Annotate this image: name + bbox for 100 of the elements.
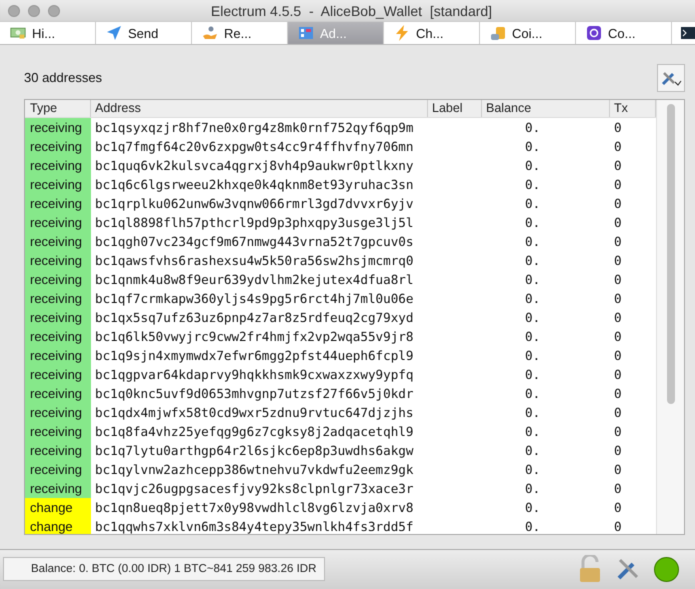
- address-cell-text: bc1qnmk4u8w8f9eur639ydvlhm2kejutex4dfua8rl: [94, 270, 414, 289]
- tx-count-cell-text: 0: [613, 460, 623, 479]
- balance-cell-text: 0.: [524, 346, 542, 365]
- type-cell: receiving: [25, 308, 91, 327]
- balance-cell-text: 0.: [524, 118, 542, 137]
- banknote-icon: [10, 25, 26, 42]
- type-cell: receiving: [25, 288, 91, 308]
- tx-count-cell-text: 0: [613, 270, 623, 289]
- hand-coin-icon: [202, 25, 218, 42]
- tx-count-cell-text: 0: [613, 442, 623, 460]
- address-book-icon: [298, 25, 314, 42]
- balance-cell-text: 0.: [524, 176, 542, 194]
- terminal-icon: [680, 25, 695, 42]
- tools-menu-button[interactable]: [657, 64, 685, 92]
- address-cell-text: bc1qx5sq7ufz63uz6pnp4z7ar8z5rdfeuq2cg79xyd: [94, 308, 414, 327]
- balance-cell-text: 0.: [524, 366, 542, 384]
- close-button[interactable]: [8, 4, 20, 17]
- address-cell-text: bc1qsyxqzjr8hf7ne0x0rg4z8mk0rnf752qyf6qp9m: [94, 118, 414, 137]
- balance-cell-text: 0.: [524, 422, 542, 441]
- address-cell-text: bc1q6c6lgsrweeu2khxqe0k4qknm8et93yruhac3sn: [94, 176, 414, 194]
- balance-cell-text: 0.: [524, 384, 542, 403]
- address-cell-text: bc1qawsfvhs6rashexsu4w5k50ra56sw2hsjmcmrq0: [94, 252, 414, 270]
- balance-cell-text: 0.: [524, 252, 542, 270]
- tx-count-cell-text: 0: [613, 156, 623, 175]
- type-cell: receiving: [25, 212, 91, 232]
- balance-cell-text: 0.: [524, 194, 542, 213]
- tx-count-cell-text: 0: [613, 328, 623, 346]
- type-cell: receiving: [25, 460, 91, 479]
- tx-count-cell-text: 0: [613, 118, 623, 137]
- tools-icon[interactable]: [616, 557, 640, 582]
- scrollbar-thumb[interactable]: [666, 104, 674, 404]
- paper-plane-icon: [106, 25, 122, 42]
- address-cell-text: bc1q8fa4vhz25yefqg9g6z7cgksy8j2adqacetqhl9: [94, 422, 414, 441]
- address-cell-text: bc1q9sjn4xmymwdx7efwr6mgg2pfst44ueph6fcpl9: [94, 346, 414, 365]
- tx-count-cell-text: 0: [613, 518, 623, 534]
- window-title: Electrum 4.5.5 - AliceBob_Wallet [standard]: [210, 2, 494, 19]
- tx-count-cell-text: 0: [613, 252, 623, 270]
- type-cell: receiving: [25, 326, 91, 346]
- connection-status-icon[interactable]: [654, 556, 679, 582]
- address-cell-text: bc1qylvnw2azhcepp386wtnehvu7vkdwfu2eemz9gk: [94, 460, 414, 479]
- address-count: 30 addresses: [24, 70, 102, 86]
- tx-count-cell-text: 0: [613, 498, 623, 517]
- type-cell: receiving: [25, 270, 91, 289]
- balance-cell-text: 0.: [524, 518, 542, 534]
- type-cell: receiving: [25, 364, 91, 384]
- tx-count-cell-text: 0: [613, 366, 623, 384]
- tx-count-cell-text: 0: [613, 480, 623, 498]
- balance-cell-text: 0.: [524, 156, 542, 175]
- balance-cell-text: 0.: [524, 460, 542, 479]
- address-cell-text: bc1q7fmgf64c20v6zxpgw0ts4cc9r4ffhvfny706mn: [94, 138, 414, 156]
- address-cell-text: bc1q6lk50vwyjrc9cww2fr4hmjfx2vp2wqa55v9jr8: [94, 328, 414, 346]
- type-cell: change: [25, 498, 91, 517]
- tx-count-cell-text: 0: [613, 214, 623, 232]
- column-header[interactable]: Type: [25, 100, 91, 117]
- address-cell-text: bc1qrplku062unw6w3vqnw066rmrl3gd7dvvxr6yjv: [94, 194, 414, 213]
- type-cell: receiving: [25, 174, 91, 194]
- type-cell: receiving: [25, 118, 91, 137]
- address-cell-text: bc1quq6vk2kulsvca4qgrxj8vh4p9aukwr0ptlkxny: [94, 156, 414, 175]
- zoom-button[interactable]: [48, 4, 60, 17]
- balance-cell-text: 0.: [524, 270, 542, 289]
- balance-cell-text: 0.: [524, 290, 542, 308]
- type-cell: change: [25, 516, 91, 534]
- address-cell-text: bc1q0knc5uvf9d0653mhvgnp7utzsf27f66v5j0kdr: [94, 384, 414, 403]
- type-cell: receiving: [25, 156, 91, 175]
- address-cell-text: bc1qn8ueq8pjett7x0y98vwdhlcl8vg6lzvja0xrv8: [94, 498, 414, 517]
- tx-count-cell-text: 0: [613, 404, 623, 422]
- address-cell-text: bc1qvjc26ugpgsacesfjvy92ks8clpnlgr73xace3r: [94, 480, 414, 498]
- type-cell: receiving: [25, 440, 91, 460]
- type-cell: receiving: [25, 422, 91, 441]
- column-header[interactable]: Balance: [482, 100, 610, 117]
- balance-cell-text: 0.: [524, 404, 542, 422]
- tx-count-cell-text: 0: [613, 138, 623, 156]
- address-cell-text: bc1qdx4mjwfx58t0cd9wxr5zdnu9rvtuc647djzjhs: [94, 404, 414, 422]
- address-cell-text: bc1ql8898flh57pthcrl9pd9p3phxqpy3usge3lj5l: [94, 214, 414, 232]
- type-cell: receiving: [25, 384, 91, 403]
- column-header[interactable]: Label: [428, 100, 482, 117]
- balance-cell-text: 0.: [524, 328, 542, 346]
- address-cell-text: bc1qgh07vc234gcf9m67nmwg443vrna52t7gpcuv0s: [94, 232, 414, 251]
- balance-cell-text: 0.: [524, 214, 542, 232]
- tx-count-cell-text: 0: [613, 422, 623, 441]
- type-cell: receiving: [25, 250, 91, 270]
- tx-count-cell-text: 0: [613, 346, 623, 365]
- type-cell: receiving: [25, 478, 91, 498]
- tx-count-cell-text: 0: [613, 308, 623, 327]
- type-cell: receiving: [25, 346, 91, 365]
- tx-count-cell-text: 0: [613, 194, 623, 213]
- padlock-icon[interactable]: [578, 555, 602, 584]
- address-cell-text: bc1qf7crmkapw360yljs4s9pg5r6rct4hj7ml0u06e: [94, 290, 414, 308]
- type-cell: receiving: [25, 194, 91, 213]
- minimize-button[interactable]: [28, 4, 40, 17]
- column-header[interactable]: Address: [91, 100, 428, 117]
- type-cell: receiving: [25, 136, 91, 156]
- at-sign-icon: [586, 25, 602, 42]
- tx-count-cell-text: 0: [613, 290, 623, 308]
- balance-cell-text: 0.: [524, 498, 542, 517]
- address-cell-text: bc1qgpvar64kdaprvy9hqkkhsmk9cxwaxzxwy9ypfq: [94, 366, 414, 384]
- type-cell: receiving: [25, 232, 91, 251]
- balance-cell-text: 0.: [524, 308, 542, 327]
- tx-count-cell-text: 0: [613, 384, 623, 403]
- address-cell-text: bc1q7lytu0arthgp64r2l6sjkc6ep8p3uwdhs6akgw: [94, 442, 414, 460]
